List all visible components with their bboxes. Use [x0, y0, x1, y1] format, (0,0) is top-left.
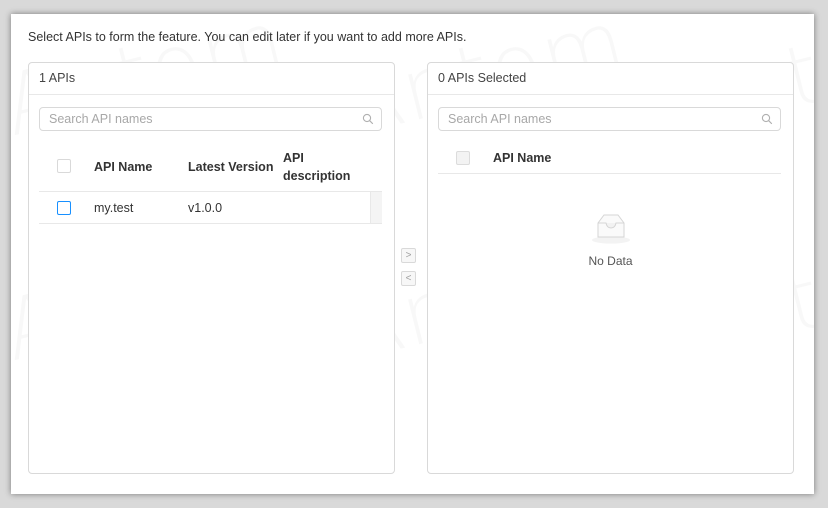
- column-latest-version: Latest Version: [188, 160, 274, 174]
- move-right-button[interactable]: >: [401, 248, 416, 263]
- target-panel-header: 0 APIs Selected: [428, 63, 793, 95]
- source-panel-header: 1 APIs: [29, 63, 394, 95]
- row-checkbox[interactable]: [57, 201, 71, 215]
- source-search-input[interactable]: [40, 108, 349, 130]
- target-search-box: [438, 107, 781, 131]
- search-icon[interactable]: [362, 113, 374, 125]
- empty-state: No Data: [428, 211, 793, 268]
- empty-text: No Data: [588, 254, 633, 268]
- select-all-checkbox[interactable]: [57, 159, 71, 173]
- column-api-description-line2: description: [283, 169, 351, 183]
- row-api-name: my.test: [94, 201, 134, 215]
- empty-inbox-icon: [591, 214, 630, 244]
- table-header: API Name Latest Version API description: [39, 141, 382, 192]
- target-api-table: API Name: [438, 141, 781, 174]
- source-api-table: API Name Latest Version API description …: [39, 141, 382, 224]
- source-panel: 1 APIs API Name Latest Version API descr…: [28, 62, 395, 474]
- column-api-description-line1: API: [283, 151, 304, 165]
- table-header: API Name: [438, 141, 781, 174]
- table-scrollbar[interactable]: [370, 192, 382, 223]
- target-panel: 0 APIs Selected API Name No Data: [427, 62, 794, 474]
- column-api-name: API Name: [94, 160, 153, 174]
- column-api-name: API Name: [493, 151, 552, 165]
- move-left-button[interactable]: <: [401, 271, 416, 286]
- search-icon[interactable]: [761, 113, 773, 125]
- instruction-text: Select APIs to form the feature. You can…: [28, 30, 467, 44]
- select-all-checkbox: [456, 151, 470, 165]
- source-search-box: [39, 107, 382, 131]
- transfer-dialog: Antom Antom Antom Antom Antom Antom Sele…: [11, 14, 814, 494]
- table-row[interactable]: my.test v1.0.0: [39, 192, 382, 224]
- target-search-input[interactable]: [439, 108, 748, 130]
- row-latest-version: v1.0.0: [188, 201, 223, 215]
